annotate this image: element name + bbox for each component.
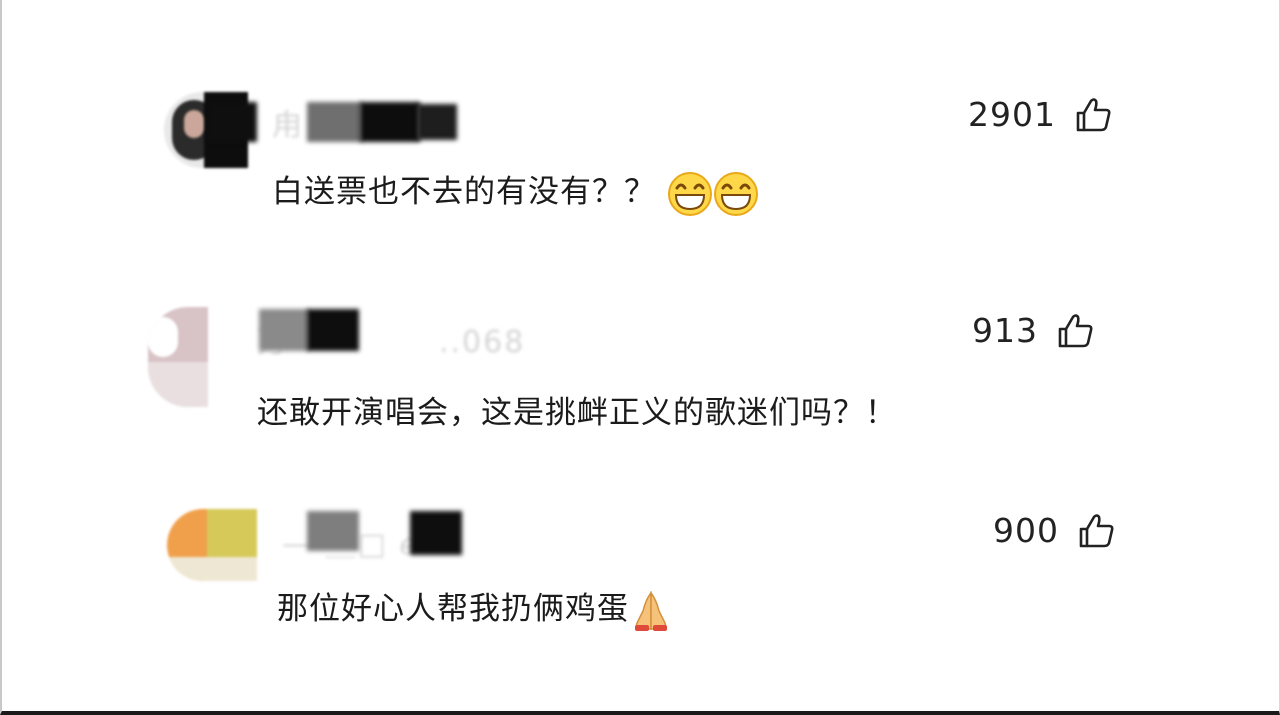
- like-button[interactable]: 913: [972, 311, 1094, 350]
- username-mosaic: [307, 102, 362, 142]
- username-mosaic: [417, 104, 457, 140]
- like-count: 900: [993, 511, 1059, 550]
- comment-text: 还敢开演唱会，这是挑衅正义的歌迷们吗？！: [257, 395, 897, 431]
- username-mosaic: [307, 511, 359, 551]
- grinning-face-icon: [713, 171, 758, 216]
- like-button[interactable]: 2901: [968, 95, 1112, 134]
- avatar[interactable]: [148, 307, 208, 407]
- username-mosaic: [307, 309, 359, 351]
- comment-text: 那位好心人帮我扔俩鸡蛋: [277, 583, 673, 633]
- comment-item: 万 ..068 还敢开演唱会，这是挑衅正义的歌迷们吗？！ 913: [2, 305, 1280, 465]
- avatar[interactable]: [167, 509, 257, 581]
- username-mosaic: [410, 511, 462, 555]
- thumbs-up-icon: [1076, 97, 1111, 131]
- grinning-face-icon: [667, 171, 712, 216]
- username-mosaic: [207, 102, 257, 142]
- comment-item: 甪 白送票也不去的有没有？？ 2901: [2, 90, 1280, 250]
- comment-text: 白送票也不去的有没有？？: [272, 166, 759, 217]
- like-count: 913: [972, 311, 1038, 350]
- like-count: 2901: [968, 95, 1056, 134]
- username-mosaic: [360, 102, 420, 142]
- thumbs-up-icon: [1058, 313, 1093, 347]
- comment-item: — ＿□ ℯ 那位好心人帮我扔俩鸡蛋 900: [2, 505, 1280, 665]
- username-redacted[interactable]: 甪: [272, 100, 304, 144]
- username-mosaic: [259, 309, 309, 351]
- thumbs-up-icon: [1079, 513, 1114, 547]
- comment-list: 甪 白送票也不去的有没有？？ 2901 万 ..068 还敢开演唱会，这是挑衅正…: [0, 0, 1280, 715]
- praying-hands-icon: [635, 590, 667, 631]
- like-button[interactable]: 900: [993, 511, 1115, 550]
